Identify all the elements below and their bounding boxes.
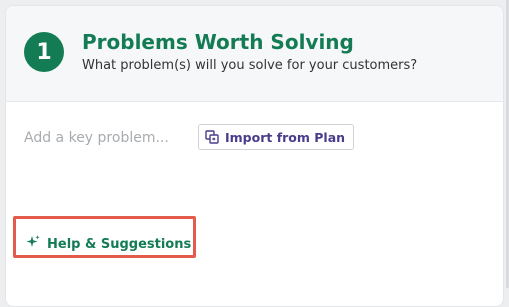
add-problem-input[interactable]: Add a key problem... xyxy=(24,130,169,146)
card-header: 1 Problems Worth Solving What problem(s)… xyxy=(6,6,503,102)
help-suggestions-button[interactable]: Help & Suggestions xyxy=(25,234,191,254)
section-title: Problems Worth Solving xyxy=(82,30,354,54)
section-subtitle: What problem(s) will you solve for your … xyxy=(82,58,418,73)
import-button-label: Import from Plan xyxy=(225,129,346,145)
import-from-plan-button[interactable]: Import from Plan xyxy=(198,124,355,150)
import-copy-icon xyxy=(205,130,219,144)
problems-card: 1 Problems Worth Solving What problem(s)… xyxy=(5,5,504,307)
step-number-badge: 1 xyxy=(24,32,64,72)
sparkle-icon xyxy=(25,234,41,254)
help-suggestions-label: Help & Suggestions xyxy=(47,236,192,252)
